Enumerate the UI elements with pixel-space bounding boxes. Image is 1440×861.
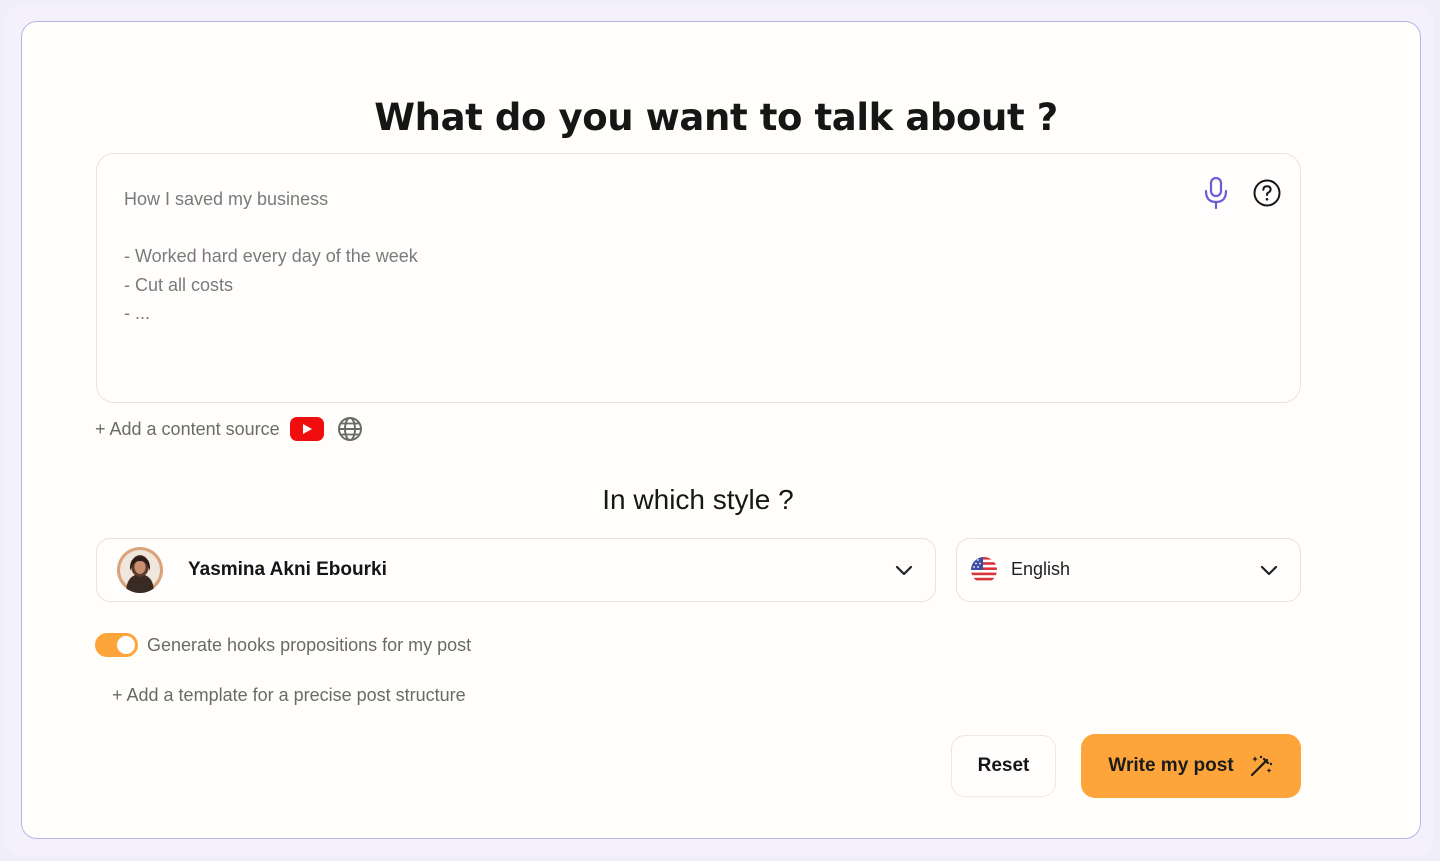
microphone-icon — [1204, 176, 1228, 210]
question-circle-icon — [1253, 179, 1281, 207]
style-section-title: In which style ? — [602, 484, 794, 515]
play-icon — [302, 424, 312, 434]
add-template-link[interactable]: + Add a template for a precise post stru… — [112, 681, 466, 709]
page-title: What do you want to talk about ? — [374, 96, 1058, 139]
post-generator-card: What do you want to talk about ? How I s… — [21, 21, 1421, 839]
write-post-button[interactable]: Write my post — [1081, 734, 1301, 798]
reset-button[interactable]: Reset — [951, 735, 1056, 797]
content-source-row: + Add a content source — [95, 414, 364, 444]
hooks-toggle-label: Generate hooks propositions for my post — [147, 634, 472, 655]
hooks-toggle[interactable] — [95, 633, 138, 657]
chevron-down-icon — [895, 565, 913, 576]
topic-input-box[interactable]: How I saved my business - Worked hard ev… — [96, 153, 1301, 403]
help-button[interactable] — [1250, 176, 1284, 210]
write-post-label: Write my post — [1108, 755, 1234, 776]
app-frame: What do you want to talk about ? How I s… — [4, 4, 1434, 856]
us-flag-icon — [971, 557, 997, 583]
magic-wand-icon — [1250, 755, 1272, 777]
topic-textarea[interactable]: How I saved my business - Worked hard ev… — [124, 185, 418, 328]
hooks-toggle-row: Generate hooks propositions for my post — [95, 630, 471, 660]
selected-style-label: Yasmina Akni Ebourki — [188, 559, 387, 580]
toggle-knob — [117, 636, 135, 654]
add-content-source-link[interactable]: + Add a content source — [95, 419, 280, 440]
selected-language-label: English — [1011, 559, 1071, 579]
avatar — [117, 547, 163, 593]
style-select[interactable]: Yasmina Akni Ebourki — [96, 538, 936, 602]
language-select[interactable]: English — [956, 538, 1301, 602]
youtube-icon[interactable] — [289, 417, 324, 441]
chevron-down-icon — [1260, 565, 1278, 576]
microphone-button[interactable] — [1198, 174, 1234, 212]
globe-icon[interactable] — [336, 415, 364, 443]
